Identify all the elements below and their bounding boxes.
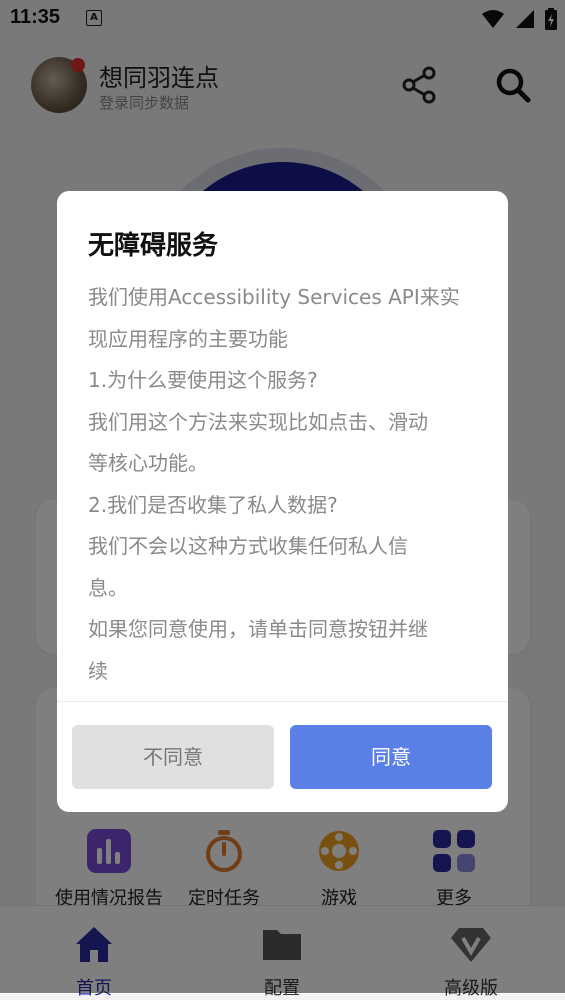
dialog-text-line: 续	[88, 658, 108, 683]
dialog-text-line: 如果您同意使用，请单击同意按钮并继	[88, 617, 428, 641]
dialog-text-line: 息。	[88, 575, 128, 600]
dialog-title: 无障碍服务	[88, 231, 219, 261]
disagree-button[interactable]: 不同意	[72, 725, 274, 789]
dialog-text-line: 我们使用Accessibility Services API来实	[88, 285, 460, 309]
agree-button[interactable]: 同意	[290, 725, 492, 789]
dialog-text-line: 等核心功能。	[88, 451, 208, 475]
dialog-text-line: 现应用程序的主要功能	[88, 326, 288, 351]
dialog-text-line: 我们不会以这种方式收集任何私人信	[88, 534, 408, 558]
dialog-text-line: 我们用这个方法来实现比如点击、滑动	[88, 409, 428, 434]
dialog-text-line: 2.我们是否收集了私人数据?	[88, 492, 338, 517]
dialog-divider	[57, 701, 508, 702]
app-screen: 11:35 A 想同羽连点 登录同步数据 使用情况报告	[0, 0, 565, 999]
accessibility-dialog: 无障碍服务 我们使用Accessibility Services API来实 现…	[57, 191, 508, 812]
dialog-body: 我们使用Accessibility Services API来实 现应用程序的主…	[88, 277, 483, 692]
dialog-text-line: 1.为什么要使用这个服务?	[88, 368, 318, 392]
